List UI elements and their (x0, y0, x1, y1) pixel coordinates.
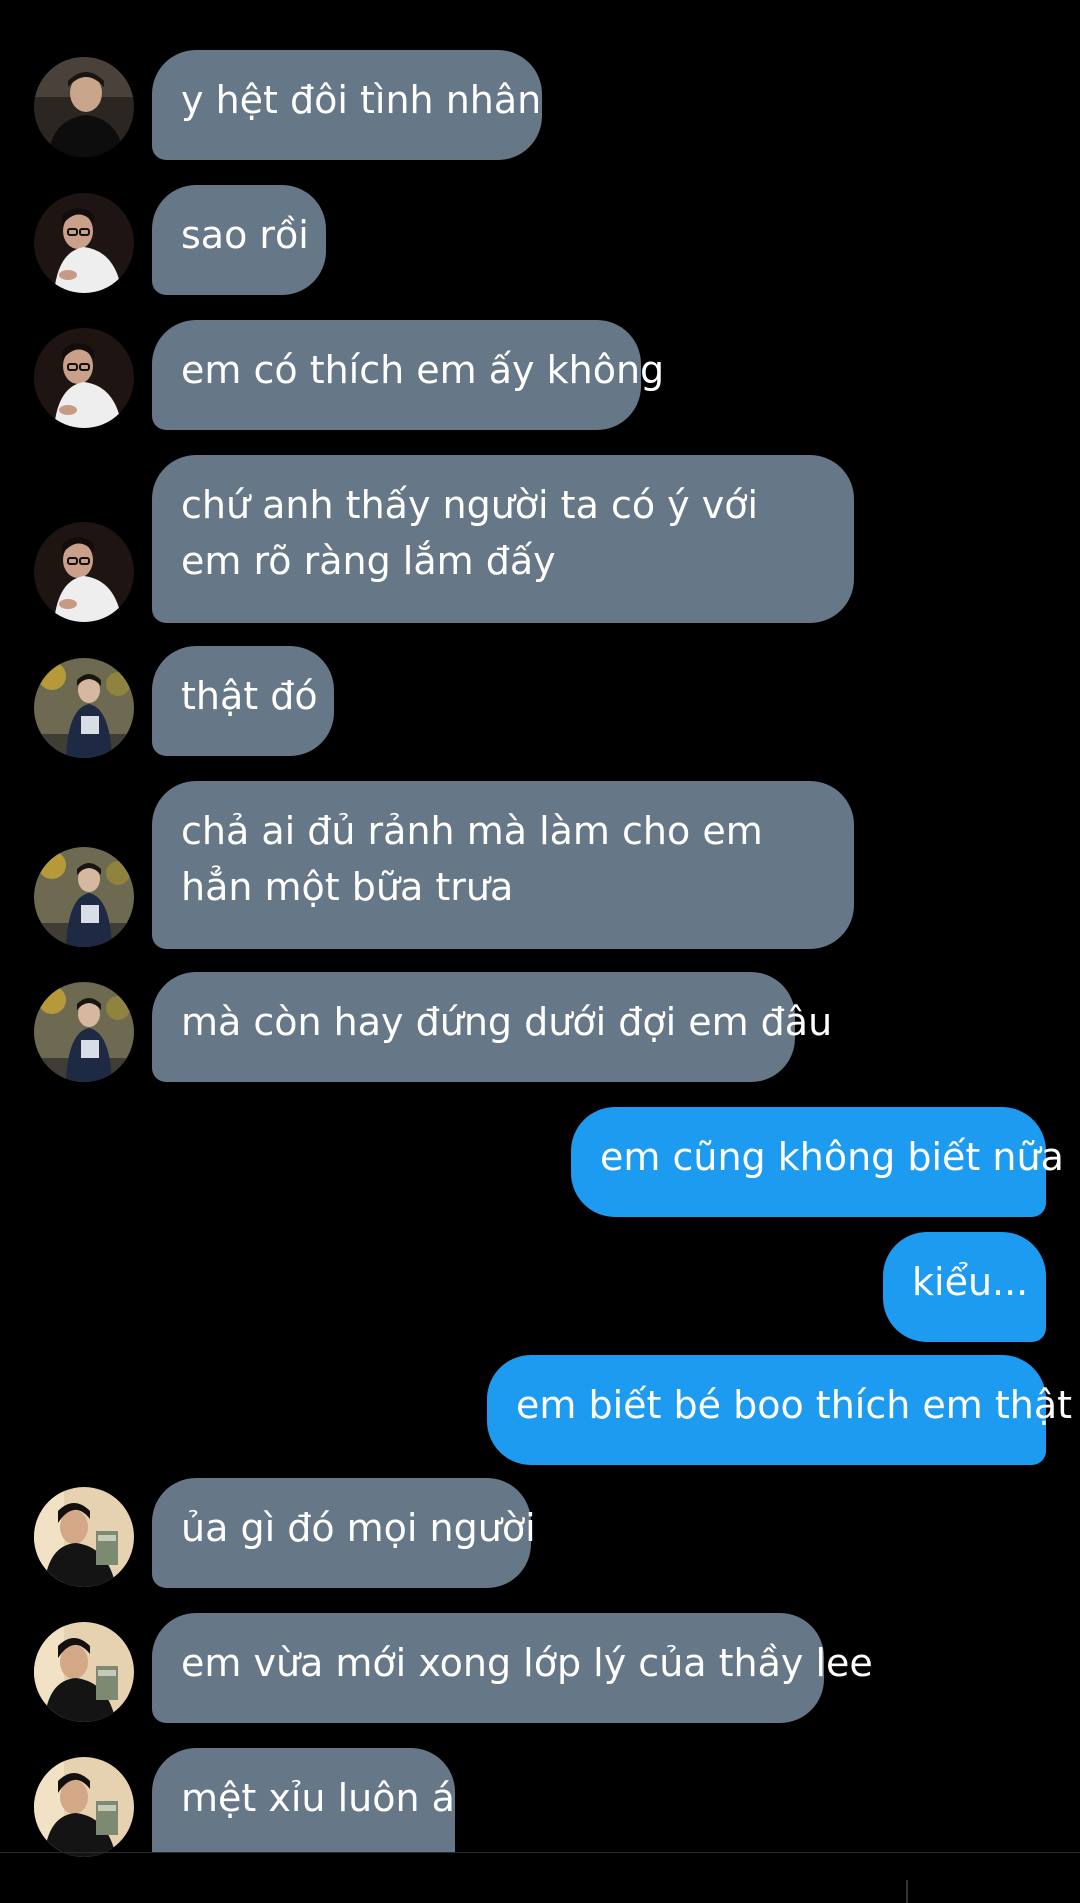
message-bubble[interactable]: mà còn hay đứng dưới đợi em đâu (152, 972, 832, 1082)
avatar-graphic-tee[interactable] (34, 982, 134, 1082)
avatar-graphic-tee[interactable] (34, 847, 134, 947)
message-bubble[interactable]: em có thích em ấy không (152, 320, 664, 430)
divider (0, 1852, 1080, 1853)
avatar-white-turtleneck[interactable] (34, 522, 134, 622)
message-bubble-outgoing[interactable]: kiểu... (883, 1232, 1046, 1342)
avatar-graphic-tee[interactable] (34, 658, 134, 758)
message-bubble[interactable]: em vừa mới xong lớp lý của thầy lee (152, 1613, 873, 1723)
message-bubble[interactable]: ủa gì đó mọi người (152, 1478, 536, 1588)
message-bubble[interactable]: chả ai đủ rảnh mà làm cho em hẳn một bữa… (152, 781, 854, 949)
avatar-reading-book[interactable] (34, 1487, 134, 1587)
avatar-black-shirt[interactable] (34, 57, 134, 157)
message-bubble[interactable]: sao rồi (152, 185, 326, 295)
message-bubble[interactable]: chứ anh thấy người ta có ý với em rõ ràn… (152, 455, 854, 623)
avatar-white-turtleneck[interactable] (34, 328, 134, 428)
avatar-white-turtleneck[interactable] (34, 193, 134, 293)
avatar-reading-book[interactable] (34, 1622, 134, 1722)
message-bubble-outgoing[interactable]: em cũng không biết nữa (571, 1107, 1064, 1217)
message-bubble-outgoing[interactable]: em biết bé boo thích em thật (487, 1355, 1072, 1465)
divider-tick (906, 1880, 908, 1903)
message-bubble[interactable]: y hệt đôi tình nhân (152, 50, 542, 160)
avatar-reading-book[interactable] (34, 1757, 134, 1857)
message-bubble[interactable]: thật đó (152, 646, 334, 756)
message-bubble[interactable]: mệt xỉu luôn á (152, 1748, 455, 1852)
